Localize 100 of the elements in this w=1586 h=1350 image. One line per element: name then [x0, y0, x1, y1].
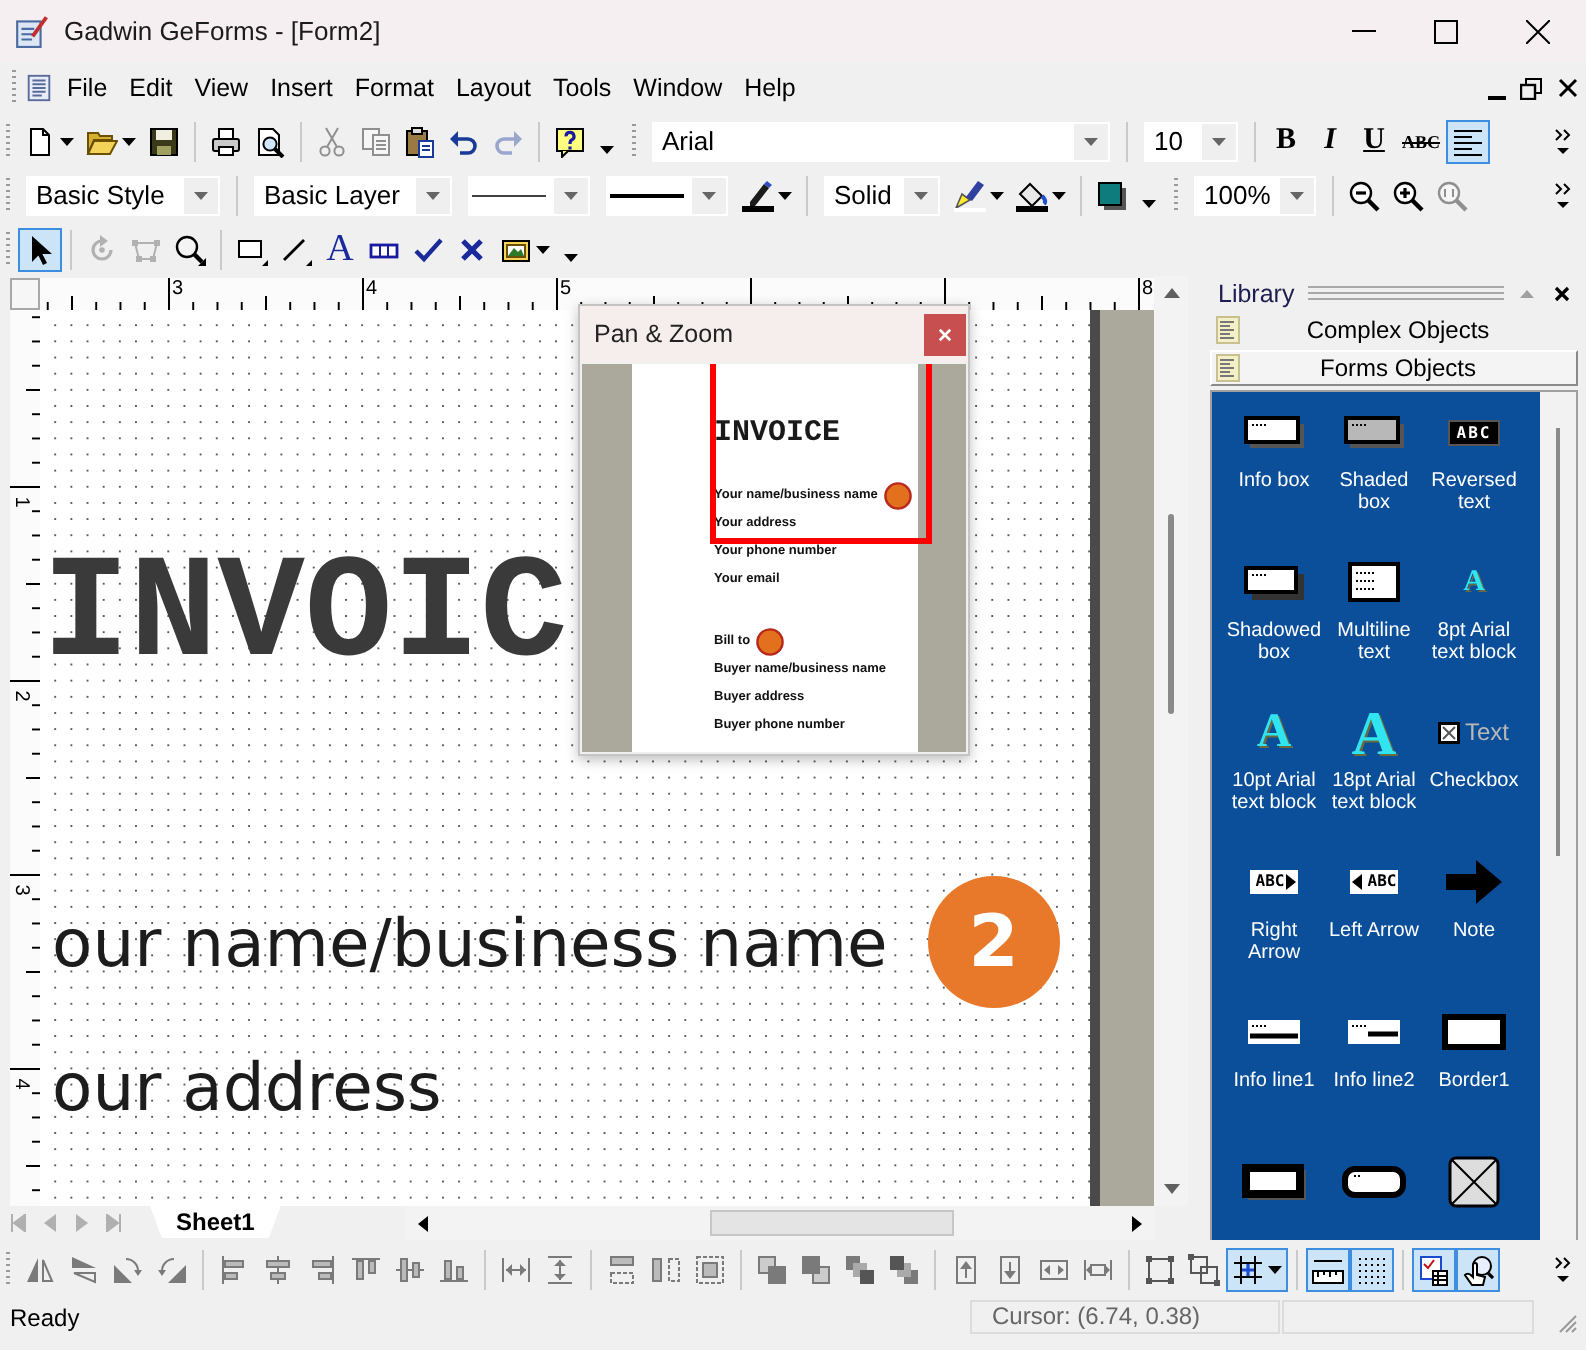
menu-item[interactable]: View	[183, 70, 260, 106]
layer-dropdown[interactable]: Basic Layer	[254, 175, 452, 215]
scrollbar-thumb[interactable]	[1556, 428, 1560, 856]
viewport-frame[interactable]	[710, 364, 932, 544]
arrow-down-icon[interactable]	[1163, 1184, 1179, 1194]
minimize-icon[interactable]	[1488, 95, 1506, 99]
ruler-number: 8	[1142, 280, 1154, 300]
sheet-tab[interactable]: Sheet1	[150, 1206, 281, 1238]
shadowed-box-icon	[1244, 565, 1304, 599]
menu-item[interactable]: Edit	[118, 70, 184, 106]
style-dropdown[interactable]: Basic Style	[26, 175, 220, 215]
menu-item[interactable]: File	[56, 70, 119, 106]
hand-magnifier-button[interactable]	[1456, 1248, 1500, 1292]
library-item[interactable]: Multiline text	[1324, 550, 1424, 700]
checkbox-icon	[1438, 721, 1461, 743]
maximize-icon[interactable]	[1434, 19, 1458, 43]
category-button[interactable]: Complex Objects	[1210, 312, 1578, 348]
properties-sheet-button[interactable]	[1412, 1248, 1456, 1292]
group-handles-icon	[1144, 1254, 1176, 1286]
menu-item[interactable]: Window	[622, 70, 734, 106]
outward-arrows-icon	[1082, 1254, 1114, 1286]
cross-icon	[456, 233, 488, 265]
line-width-dropdown[interactable]	[606, 175, 728, 215]
stacked-squares-icon	[888, 1254, 920, 1286]
panel-title: Library	[1218, 279, 1295, 307]
more-tools-icon[interactable]	[1554, 127, 1572, 155]
library-item[interactable]: Info line2	[1324, 1000, 1424, 1150]
snap-grid-button[interactable]	[1226, 1248, 1288, 1292]
ruler-number: 5	[560, 280, 572, 300]
bring-to-front-icon	[756, 1254, 788, 1286]
align-left-edges-icon	[218, 1254, 250, 1286]
menu-item[interactable]: Format	[343, 70, 445, 106]
library-item[interactable]: ABC Reversed text	[1424, 400, 1524, 550]
shaded-box-icon	[1344, 416, 1404, 448]
library-item[interactable]: Info box	[1224, 400, 1324, 550]
down-arrow-box-icon	[994, 1254, 1026, 1286]
library-item[interactable]: Border1	[1424, 1000, 1524, 1150]
scrollbar-thumb[interactable]	[710, 1210, 954, 1236]
font-size-dropdown[interactable]: 10	[1144, 121, 1238, 161]
library-item[interactable]: ABC Right Arrow	[1224, 850, 1324, 1000]
close-icon[interactable]	[1558, 78, 1578, 98]
bold-button[interactable]: B	[1264, 119, 1308, 163]
fill-dropdown[interactable]: Solid	[824, 175, 940, 215]
close-icon[interactable]	[1526, 19, 1550, 43]
library-item[interactable]: A 8pt Arial text block	[1424, 550, 1524, 700]
library-item[interactable]: Shadowed box	[1224, 550, 1324, 700]
menu-item[interactable]: Insert	[259, 70, 344, 106]
printer-icon	[210, 125, 242, 157]
library-item[interactable]: A 18pt Arial text block	[1324, 700, 1424, 850]
up-arrow-box-icon	[950, 1254, 982, 1286]
library-item[interactable]: ABC Left Arrow	[1324, 850, 1424, 1000]
ungroup-squares-button[interactable]	[1182, 1248, 1226, 1292]
underline-button[interactable]: U	[1352, 119, 1396, 163]
resize-grip-icon[interactable]	[1558, 1313, 1578, 1333]
rotate-icon	[86, 233, 118, 265]
list-icon	[1216, 316, 1240, 344]
arrow-left-icon[interactable]	[418, 1215, 428, 1231]
vertical-spacing-icon	[544, 1254, 576, 1286]
pointer-arrow-button[interactable]	[18, 227, 62, 271]
library-item[interactable]: Note	[1424, 850, 1524, 1000]
strikethrough-button[interactable]: ABC	[1396, 119, 1447, 163]
hand-magnifier-icon	[1462, 1254, 1494, 1286]
ruler-button[interactable]	[1306, 1248, 1350, 1292]
library-item[interactable]: A 10pt Arial text block	[1224, 700, 1324, 850]
menu-item[interactable]: Tools	[541, 70, 623, 106]
dot-grid-button[interactable]	[1350, 1248, 1394, 1292]
toolbar-options-icon[interactable]	[564, 253, 578, 261]
sample-text: Text	[1464, 719, 1509, 745]
library-item[interactable]: Text Checkbox	[1424, 700, 1524, 850]
align-top-edges-icon	[350, 1254, 382, 1286]
close-button[interactable]	[924, 313, 966, 355]
horizontal-spacing-icon	[500, 1254, 532, 1286]
font-dropdown[interactable]: Arial	[652, 121, 1110, 161]
arrow-up-icon[interactable]	[1163, 288, 1179, 298]
rounded-box-icon	[1342, 1166, 1406, 1198]
menu-item[interactable]: Help	[733, 70, 807, 106]
library-item[interactable]: Info line1	[1224, 1000, 1324, 1150]
more-tools-icon[interactable]	[1554, 181, 1572, 209]
toolbar-options-icon[interactable]	[1142, 199, 1156, 207]
more-tools-icon[interactable]	[1554, 1256, 1572, 1284]
italic-button[interactable]: I	[1308, 119, 1352, 163]
close-icon[interactable]	[1554, 285, 1570, 301]
menu-item[interactable]: Layout	[444, 70, 542, 106]
scrollbar-thumb[interactable]	[1168, 514, 1174, 714]
line-style-dropdown[interactable]	[468, 175, 590, 215]
status-text: Ready	[10, 1303, 80, 1331]
dot-grid-icon	[1356, 1254, 1388, 1286]
multiline-box-icon	[1348, 562, 1400, 602]
toolbar-options-icon[interactable]	[600, 145, 614, 153]
line-sample-icon	[472, 191, 546, 199]
zoom-dropdown[interactable]: 100%	[1194, 175, 1316, 215]
triangle-right-icon	[1286, 870, 1299, 894]
library-item[interactable]: Shaded box	[1324, 400, 1424, 550]
send-to-back-icon	[800, 1254, 832, 1286]
arrow-right-icon[interactable]	[1132, 1215, 1142, 1231]
category-button[interactable]: Forms Objects	[1210, 350, 1578, 386]
align-left-button[interactable]	[1446, 119, 1491, 163]
text-tool-button[interactable]: A	[318, 227, 362, 271]
restore-icon[interactable]	[1520, 77, 1542, 99]
caret-icon	[1290, 191, 1304, 199]
